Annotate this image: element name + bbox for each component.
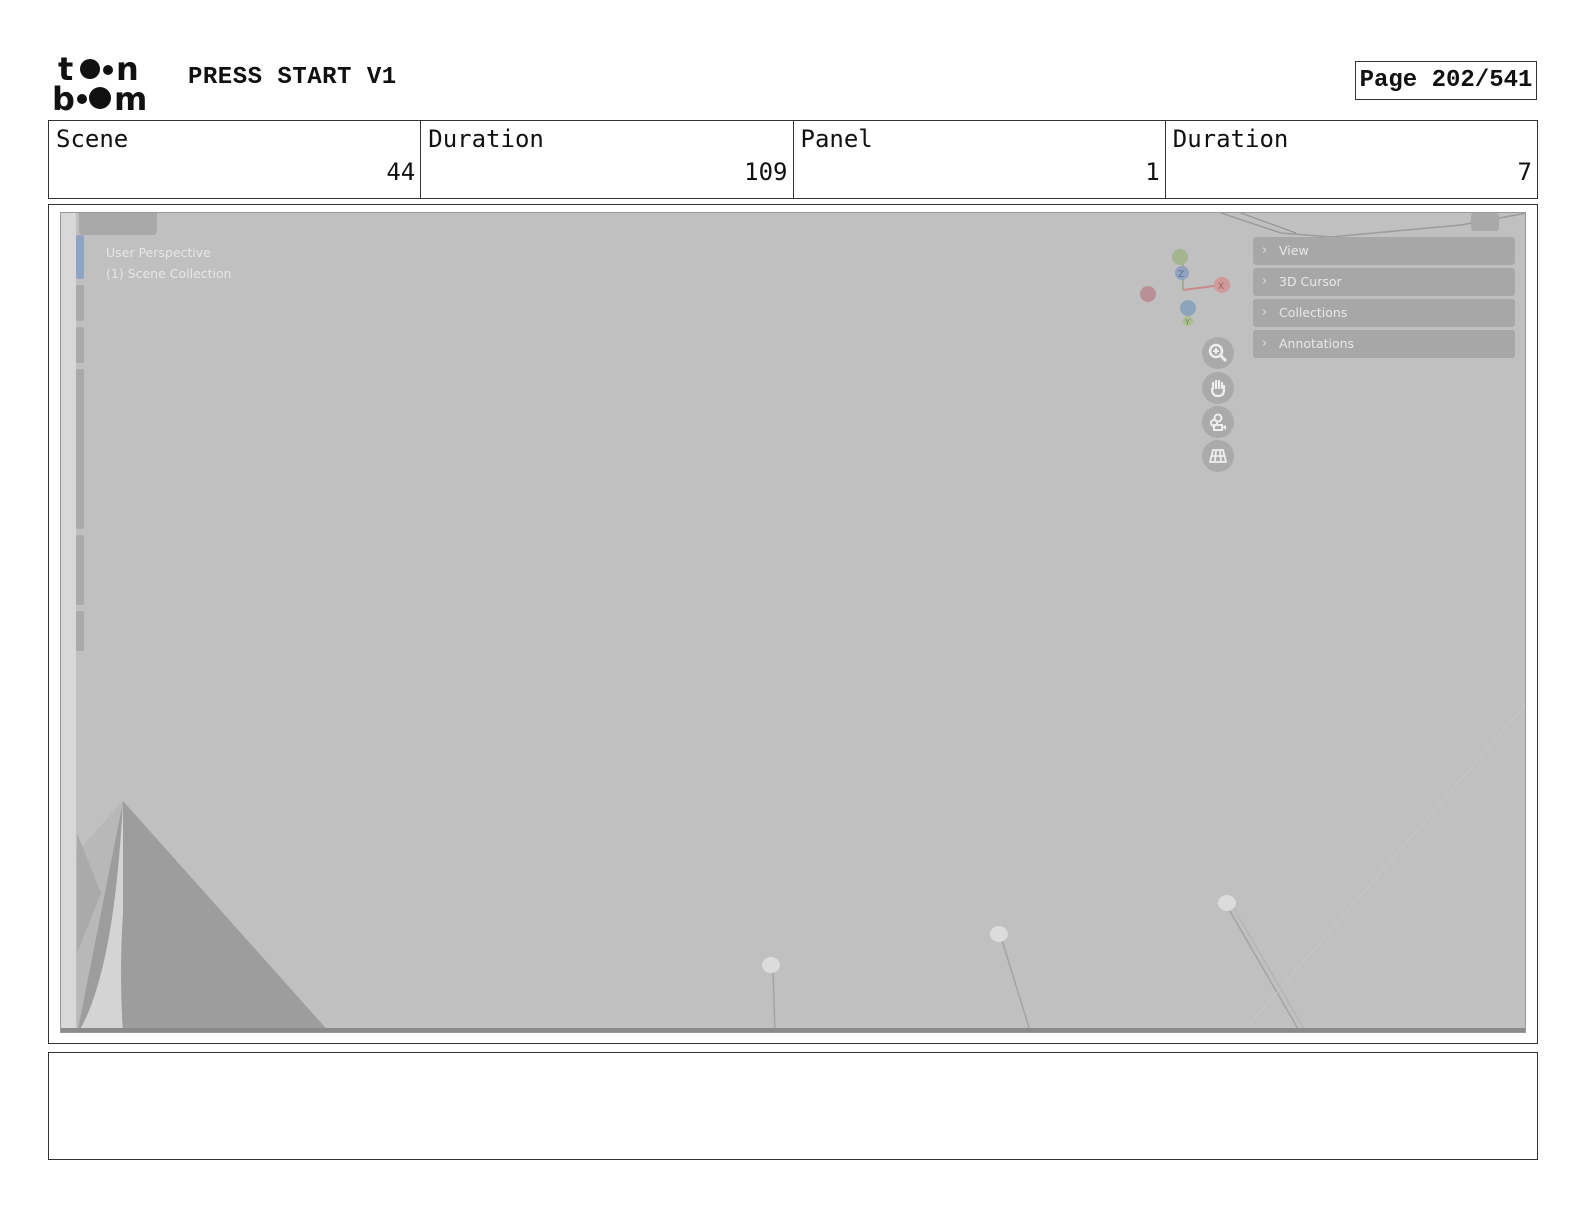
pin-3 (1218, 895, 1307, 1032)
pin-1 (762, 957, 780, 1032)
scene-geometry (76, 704, 1525, 1032)
page-counter: Page 202/541 (1355, 61, 1537, 100)
panel-duration-value: 7 (1517, 158, 1532, 186)
toon-boom-logo: t n b m (52, 52, 147, 112)
svg-text:b: b (52, 80, 75, 112)
storyboard-panel: User Perspective (1) Scene Collection Z … (48, 204, 1538, 1044)
scene-label: Scene (56, 125, 129, 153)
pin-2 (990, 926, 1032, 1032)
scene-info-table: Scene 44 Duration 109 Panel 1 Duration 7 (48, 120, 1538, 199)
scene-value: 44 (386, 158, 416, 186)
blender-viewport-screenshot: User Perspective (1) Scene Collection Z … (60, 212, 1526, 1033)
panel-label: Panel (800, 125, 873, 153)
panel-notes-box[interactable] (48, 1052, 1538, 1160)
panel-duration-cell: Duration 7 (1166, 121, 1537, 198)
panel-duration-label: Duration (1172, 125, 1289, 153)
scene-duration-label: Duration (428, 125, 544, 153)
panel-cell: Panel 1 (794, 121, 1166, 198)
scene-duration-cell: Duration 109 (421, 121, 794, 198)
scene-cell: Scene 44 (49, 121, 422, 198)
viewport-bottom-bar (61, 1028, 1525, 1032)
project-title: PRESS START V1 (188, 64, 397, 91)
scene-duration-value: 109 (744, 158, 788, 186)
panel-value: 1 (1145, 158, 1160, 186)
svg-text:m: m (114, 80, 147, 112)
